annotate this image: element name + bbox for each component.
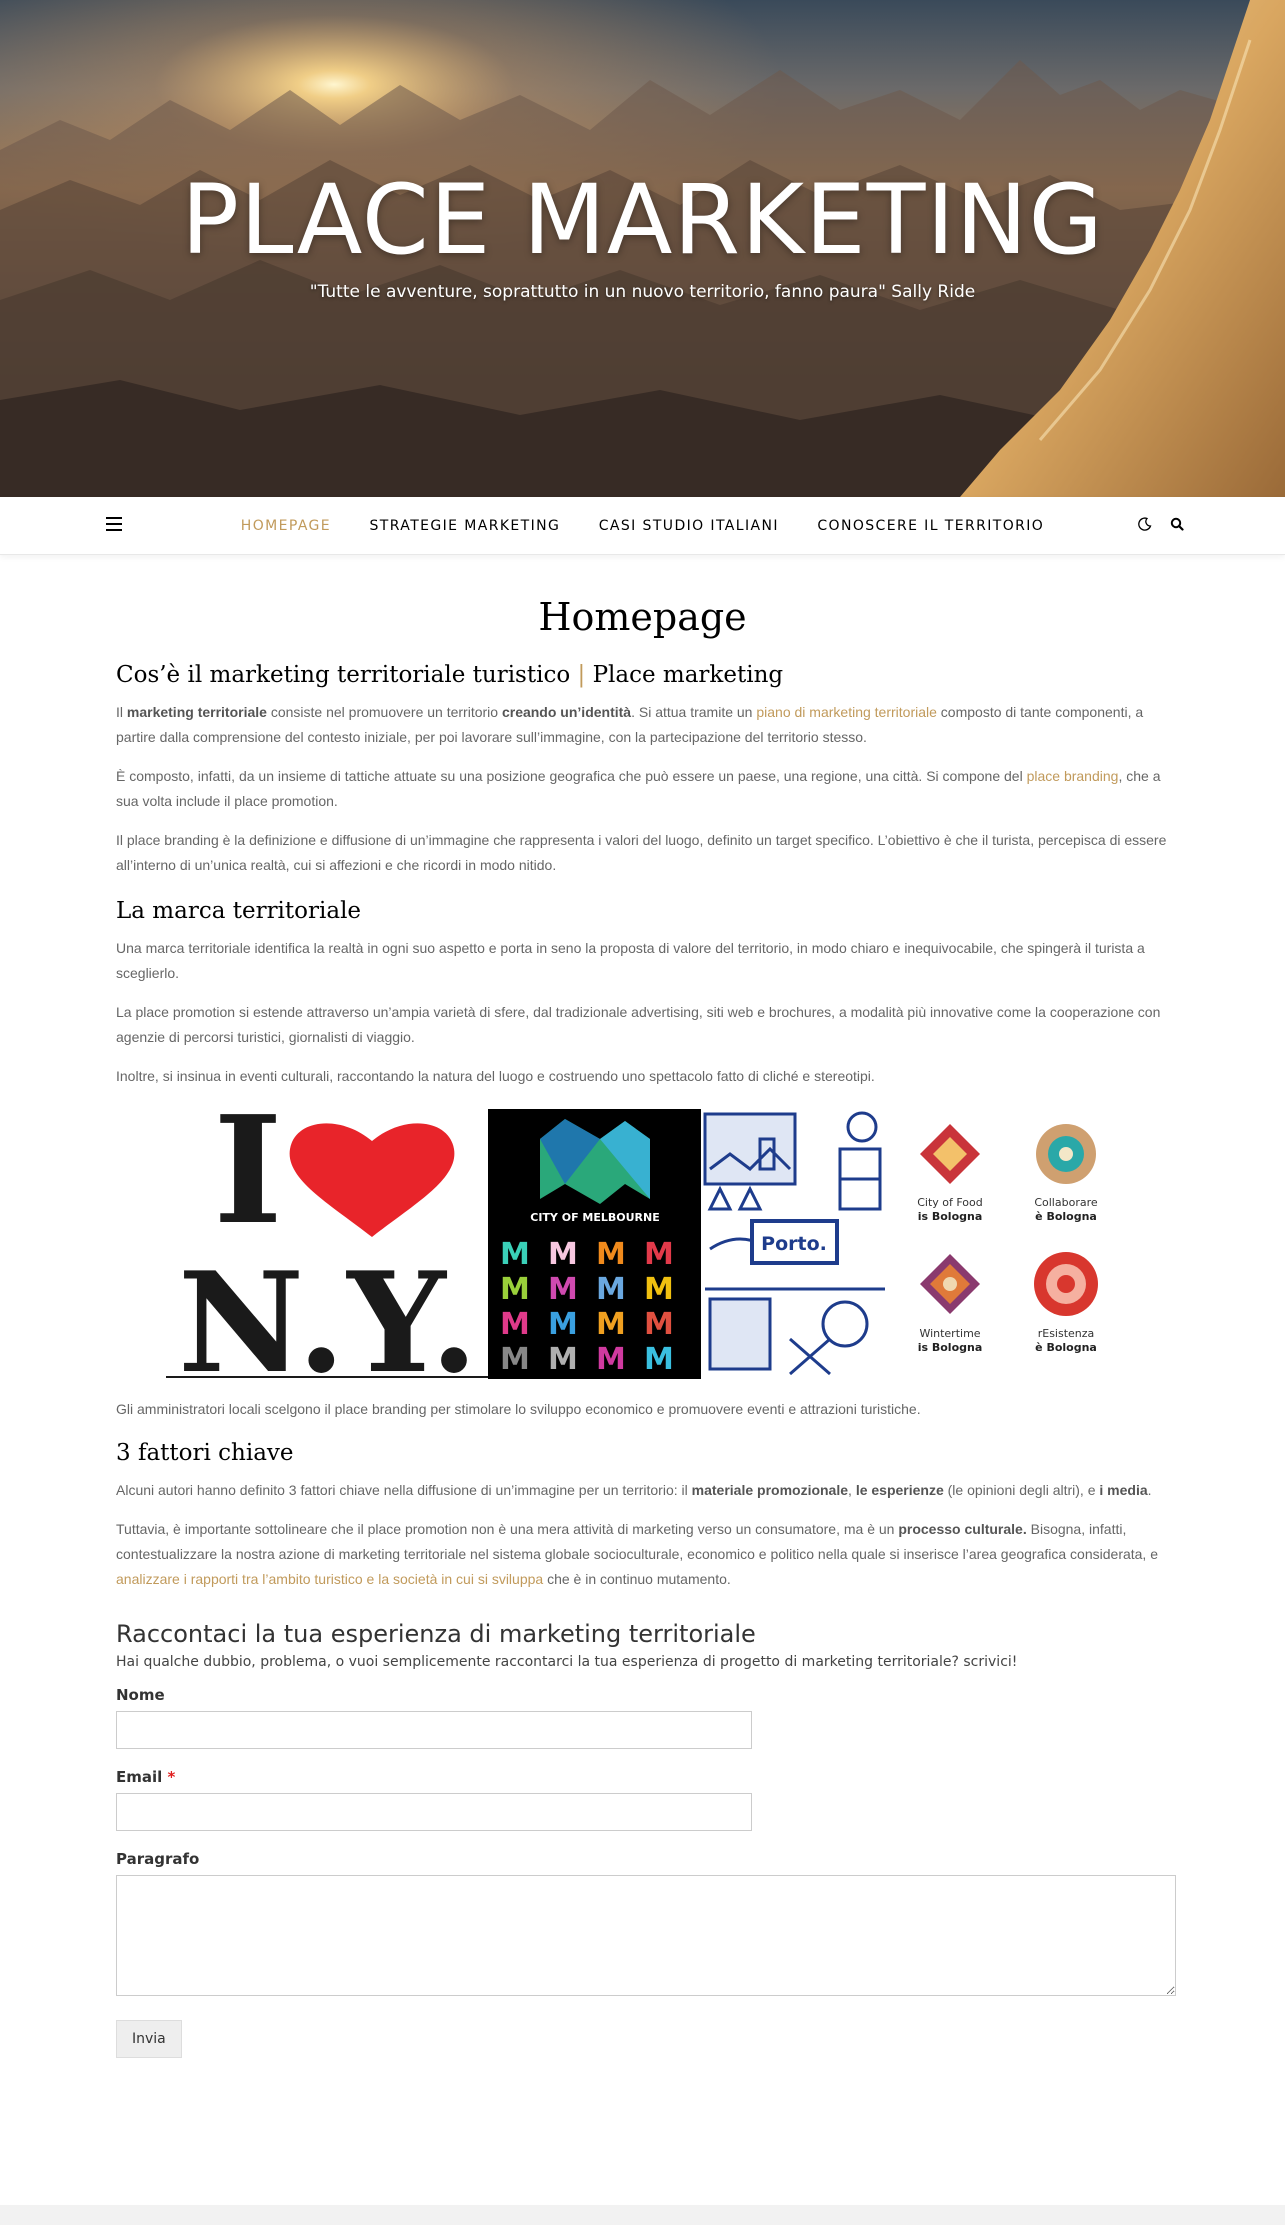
text: .	[1147, 1482, 1152, 1498]
footer-strip	[0, 2205, 1285, 2225]
paragraph: Il place branding è la definizione e dif…	[116, 832, 1167, 873]
bold-text: i media	[1099, 1482, 1148, 1498]
required-mark: *	[167, 1768, 176, 1786]
site-tagline: "Tutte le avventure, soprattutto in un n…	[309, 281, 976, 302]
bold-text: le esperienze	[855, 1482, 944, 1498]
text: (le opinioni degli altri), e	[943, 1482, 1100, 1498]
site-title[interactable]: PLACE MARKETING	[0, 167, 1285, 274]
text: Tuttavia, è importante sottolineare che …	[116, 1521, 899, 1537]
collage-svg: I N.Y. CITY OF MELBOURNE MMMM MMMM MMMM …	[166, 1083, 1119, 1404]
svg-text:M: M	[500, 1272, 530, 1307]
paragraph: La place promotion si estende attraverso…	[116, 1004, 1161, 1045]
text: ,	[848, 1482, 856, 1498]
melbourne-label: CITY OF MELBOURNE	[530, 1211, 660, 1224]
main-navigation: HOMEPAGE STRATEGIE MARKETING CASI STUDIO…	[0, 497, 1285, 555]
nav-link-casi-studio[interactable]: CASI STUDIO ITALIANI	[599, 518, 779, 534]
section-heading-marketing-territoriale: Cos’è il marketing territoriale turistic…	[116, 662, 1169, 688]
svg-text:M: M	[644, 1307, 674, 1342]
section-heading-fattori-chiave: 3 fattori chiave	[116, 1440, 294, 1466]
bologna-label: City of Food	[917, 1196, 983, 1209]
nav-link-strategie-marketing[interactable]: STRATEGIE MARKETING	[370, 518, 561, 534]
heading-separator: |	[577, 662, 586, 688]
svg-text:M: M	[644, 1237, 674, 1272]
ny-letters: N.Y.	[178, 1241, 478, 1385]
nav-item-conoscere: CONOSCERE IL TERRITORIO	[817, 497, 1044, 555]
svg-text:M: M	[548, 1237, 578, 1272]
name-field[interactable]	[116, 1711, 752, 1749]
page-title: Homepage	[538, 595, 747, 639]
section-heading-marca-territoriale: La marca territoriale	[116, 898, 362, 924]
nav-item-casi-studio: CASI STUDIO ITALIANI	[599, 497, 779, 555]
svg-text:M: M	[596, 1272, 626, 1307]
svg-text:M: M	[500, 1237, 530, 1272]
bologna-label: Collaborare	[1034, 1196, 1098, 1209]
heading-part: Place marketing	[592, 662, 784, 688]
svg-text:M: M	[548, 1272, 578, 1307]
image-caption: Gli amministratori locali scelgono il pl…	[116, 1401, 921, 1417]
email-field[interactable]	[116, 1793, 752, 1831]
svg-text:M: M	[596, 1237, 626, 1272]
bologna-label: Wintertime	[919, 1327, 980, 1340]
paragraph: Il marketing territoriale consiste nel p…	[116, 700, 1169, 750]
form-title: Raccontaci la tua esperienza di marketin…	[116, 1620, 756, 1648]
email-label-text: Email	[116, 1768, 163, 1786]
form-intro: Hai qualche dubbio, problema, o vuoi sem…	[116, 1654, 1018, 1670]
paragraph: Tuttavia, è importante sottolineare che …	[116, 1517, 1169, 1592]
text: consiste nel promuovere un territorio	[266, 704, 502, 720]
bologna-logo-collaborare: Collaborare è Bologna	[1034, 1124, 1098, 1223]
svg-text:M: M	[500, 1307, 530, 1342]
bold-text: creando un’identità	[501, 704, 632, 720]
moon-icon[interactable]	[1138, 517, 1152, 531]
bologna-label: è Bologna	[1035, 1341, 1097, 1354]
ny-letter-i: I	[213, 1109, 282, 1257]
heading-part: Cos’è il marketing territoriale turistic…	[116, 662, 571, 688]
main-content: Homepage Cos’è il marketing territoriale…	[0, 555, 1285, 2058]
link-place-branding[interactable]: place branding	[1027, 768, 1119, 784]
submit-button[interactable]: Invia	[116, 2020, 182, 2058]
text: È composto, infatti, da un insieme di ta…	[116, 768, 1027, 784]
bologna-label: is Bologna	[918, 1341, 983, 1354]
bold-text: materiale promozionale	[691, 1482, 849, 1498]
svg-text:M: M	[596, 1342, 626, 1377]
bold-text: marketing territoriale	[126, 704, 267, 720]
svg-text:M: M	[548, 1307, 578, 1342]
bold-text: processo culturale.	[898, 1521, 1027, 1537]
text: Alcuni autori hanno definito 3 fattori c…	[116, 1482, 692, 1498]
svg-text:M: M	[596, 1307, 626, 1342]
search-icon[interactable]	[1170, 517, 1184, 531]
name-label: Nome	[116, 1686, 165, 1704]
paragraph: Una marca territoriale identifica la rea…	[116, 940, 1145, 981]
bologna-label: è Bologna	[1035, 1210, 1097, 1223]
paragraph: Alcuni autori hanno definito 3 fattori c…	[116, 1478, 1169, 1503]
text: che è in continuo mutamento.	[543, 1571, 731, 1587]
svg-text:M: M	[548, 1342, 578, 1377]
link-analizzare-rapporti[interactable]: analizzare i rapporti tra l’ambito turis…	[116, 1571, 543, 1587]
contact-form: Raccontaci la tua esperienza di marketin…	[116, 1620, 1176, 2058]
bologna-label: rEsistenza	[1038, 1327, 1095, 1340]
hero-header: PLACE MARKETING "Tutte le avventure, sop…	[0, 0, 1285, 497]
porto-label: Porto.	[761, 1233, 827, 1255]
svg-text:M: M	[644, 1272, 674, 1307]
svg-text:M: M	[500, 1342, 530, 1377]
paragraph: È composto, infatti, da un insieme di ta…	[116, 764, 1169, 814]
text: . Si attua tramite un	[631, 704, 757, 720]
nav-menu: HOMEPAGE STRATEGIE MARKETING CASI STUDIO…	[0, 497, 1285, 555]
text: Il	[116, 704, 127, 720]
nav-item-strategie: STRATEGIE MARKETING	[370, 497, 561, 555]
paragraph-textarea[interactable]	[116, 1875, 1176, 1996]
link-piano-marketing[interactable]: piano di marketing territoriale	[756, 704, 937, 720]
svg-text:M: M	[644, 1342, 674, 1377]
email-label: Email *	[116, 1768, 1169, 1786]
paragraph-label: Paragrafo	[116, 1850, 200, 1868]
bologna-logo-resistenza: rEsistenza è Bologna	[1034, 1252, 1098, 1354]
place-branding-collage-image: I N.Y. CITY OF MELBOURNE MMMM MMMM MMMM …	[0, 1083, 1285, 1404]
paragraph: Inoltre, si insinua in eventi culturali,…	[116, 1068, 875, 1084]
bologna-label: is Bologna	[918, 1210, 983, 1223]
nav-link-homepage[interactable]: HOMEPAGE	[241, 518, 331, 534]
nav-item-homepage: HOMEPAGE	[241, 497, 331, 555]
nav-link-conoscere-territorio[interactable]: CONOSCERE IL TERRITORIO	[817, 518, 1044, 534]
